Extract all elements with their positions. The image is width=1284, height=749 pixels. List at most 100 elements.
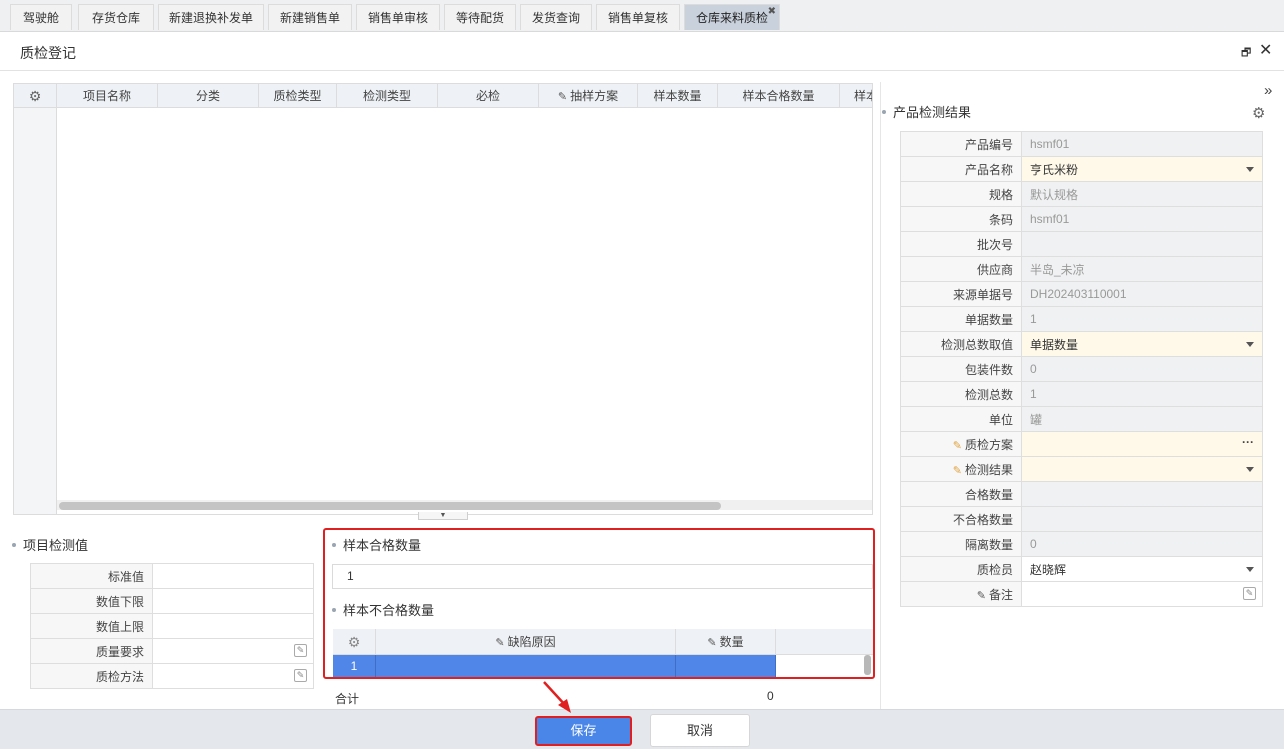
standard-value-field[interactable]: [152, 563, 314, 589]
restore-icon[interactable]: 🗗: [1241, 44, 1251, 63]
grid-settings-cell[interactable]: ⚙: [14, 84, 57, 108]
tab-label: 仓库来料质检: [695, 11, 768, 25]
prop-row: 批次号: [900, 231, 1263, 257]
more-icon[interactable]: ···: [1242, 435, 1254, 449]
col-category[interactable]: 分类: [158, 84, 259, 108]
upper-limit-field[interactable]: [152, 613, 314, 639]
gear-icon[interactable]: ⚙: [29, 88, 42, 104]
prop-label: 产品编号: [900, 131, 1022, 157]
tab-warehouse-incoming-qc[interactable]: 仓库来料质检 ✖: [684, 4, 780, 30]
prop-row: 标准值: [30, 563, 314, 589]
total-qty-source-select[interactable]: 单据数量: [1021, 331, 1263, 357]
edit-icon[interactable]: ✎: [294, 644, 307, 657]
total-row: 合计 0: [333, 687, 873, 707]
prop-row: 单据数量 1: [900, 306, 1263, 332]
prop-label: 来源单据号: [900, 281, 1022, 307]
item-values-title: 项目检测值: [12, 535, 88, 554]
prop-label: 产品名称: [900, 156, 1022, 182]
tab-sales-order-review[interactable]: 销售单审核: [356, 4, 440, 30]
prop-row: ✎ 备注 ✎: [900, 581, 1263, 607]
col-qc-type[interactable]: 质检类型: [259, 84, 337, 108]
tab-shipment-query[interactable]: 发货查询: [520, 4, 592, 30]
prop-label: 质量要求: [30, 638, 153, 664]
caret-down-icon: [1246, 467, 1254, 472]
prop-label: 质检员: [900, 556, 1022, 582]
annotation-arrow: [543, 681, 571, 713]
col-sample-pass-qty[interactable]: 样本合格数量: [718, 84, 840, 108]
product-name-select[interactable]: 亨氏米粉: [1021, 156, 1263, 182]
label-text: 质检方案: [964, 437, 1013, 452]
total-value: 0: [767, 689, 774, 703]
scrollbar-thumb[interactable]: [59, 502, 721, 510]
col-label: 抽样方案: [570, 89, 619, 103]
prop-label: 标准值: [30, 563, 153, 589]
prop-label: 质检方法: [30, 663, 153, 689]
field-value: 单据数量: [1030, 337, 1079, 352]
edit-icon[interactable]: ✎: [294, 669, 307, 682]
tab-new-sales-order[interactable]: 新建销售单: [268, 4, 352, 30]
tab-waiting-allocation[interactable]: 等待配货: [444, 4, 516, 30]
tab-label: 存货仓库: [91, 11, 140, 25]
chevrons-right-icon[interactable]: »: [1264, 82, 1272, 99]
prop-label: 检测总数取值: [900, 331, 1022, 357]
prop-label: 合格数量: [900, 481, 1022, 507]
collapse-handle[interactable]: ▼: [418, 512, 468, 520]
prop-row: 产品编号 hsmf01: [900, 131, 1263, 157]
prop-row: 数值上限: [30, 613, 314, 639]
qc-method-field[interactable]: ✎: [152, 663, 314, 689]
tab-cockpit[interactable]: 驾驶舱: [10, 4, 72, 30]
chevron-down-icon: ▼: [439, 512, 447, 519]
prop-row: 供应商 半岛_未凉: [900, 256, 1263, 282]
col-item-name[interactable]: 项目名称: [57, 84, 158, 108]
fail-qty-field: [1021, 506, 1263, 532]
item-values-table: 标准值 数值下限 数值上限 质量要求 ✎ 质检方法 ✎: [30, 563, 314, 689]
inspection-result-select[interactable]: [1021, 456, 1263, 482]
prop-label: 供应商: [900, 256, 1022, 282]
grid-row-header: [14, 108, 57, 514]
prop-label: 数值上限: [30, 613, 153, 639]
tab-label: 等待配货: [455, 11, 504, 25]
lower-limit-field[interactable]: [152, 588, 314, 614]
unit-field: 罐: [1021, 406, 1263, 432]
close-icon[interactable]: ✖: [768, 0, 776, 25]
tab-sales-order-recheck[interactable]: 销售单复核: [596, 4, 680, 30]
product-code-field: hsmf01: [1021, 131, 1263, 157]
col-mandatory[interactable]: 必检: [438, 84, 539, 108]
footer-bar: [0, 709, 1284, 749]
tab-new-return-exchange[interactable]: 新建退换补发单: [158, 4, 264, 30]
col-test-type[interactable]: 检测类型: [337, 84, 438, 108]
total-label: 合计: [335, 692, 360, 706]
section-title-text: 项目检测值: [23, 538, 89, 553]
prop-row: 质量要求 ✎: [30, 638, 314, 664]
prop-row: 隔离数量 0: [900, 531, 1263, 557]
qc-plan-field[interactable]: ···: [1021, 431, 1263, 457]
pencil-icon: ✎: [557, 91, 568, 103]
package-count-field: 0: [1021, 356, 1263, 382]
pass-qty-field: [1021, 481, 1263, 507]
prop-label: 不合格数量: [900, 506, 1022, 532]
close-icon[interactable]: ✕: [1259, 40, 1272, 60]
tab-inventory-warehouse[interactable]: 存货仓库: [78, 4, 154, 30]
col-sample-truncated[interactable]: 样本: [840, 84, 872, 108]
tab-label: 销售单复核: [607, 11, 668, 25]
gear-icon[interactable]: ⚙: [1252, 104, 1265, 122]
save-button[interactable]: 保存: [535, 716, 632, 746]
prop-row: 合格数量: [900, 481, 1263, 507]
col-sample-qty[interactable]: 样本数量: [638, 84, 718, 108]
pencil-icon: ✎: [976, 589, 986, 602]
prop-label: ✎ 质检方案: [900, 431, 1022, 457]
remark-field[interactable]: ✎: [1021, 581, 1263, 607]
inspection-total-field: 1: [1021, 381, 1263, 407]
prop-label: ✎ 备注: [900, 581, 1022, 607]
pencil-icon: ✎: [952, 464, 962, 477]
edit-icon[interactable]: ✎: [1243, 587, 1256, 600]
col-sampling-plan[interactable]: ✎ 抽样方案: [539, 84, 638, 108]
inspector-select[interactable]: 赵晓辉: [1021, 556, 1263, 582]
prop-row: 不合格数量: [900, 506, 1263, 532]
cancel-button[interactable]: 取消: [650, 714, 750, 747]
tab-label: 销售单审核: [367, 11, 428, 25]
quality-requirement-field[interactable]: ✎: [152, 638, 314, 664]
prop-label: 包装件数: [900, 356, 1022, 382]
tab-bar: 驾驶舱 存货仓库 新建退换补发单 新建销售单 销售单审核 等待配货 发货查询 销…: [0, 0, 1284, 32]
barcode-field: hsmf01: [1021, 206, 1263, 232]
